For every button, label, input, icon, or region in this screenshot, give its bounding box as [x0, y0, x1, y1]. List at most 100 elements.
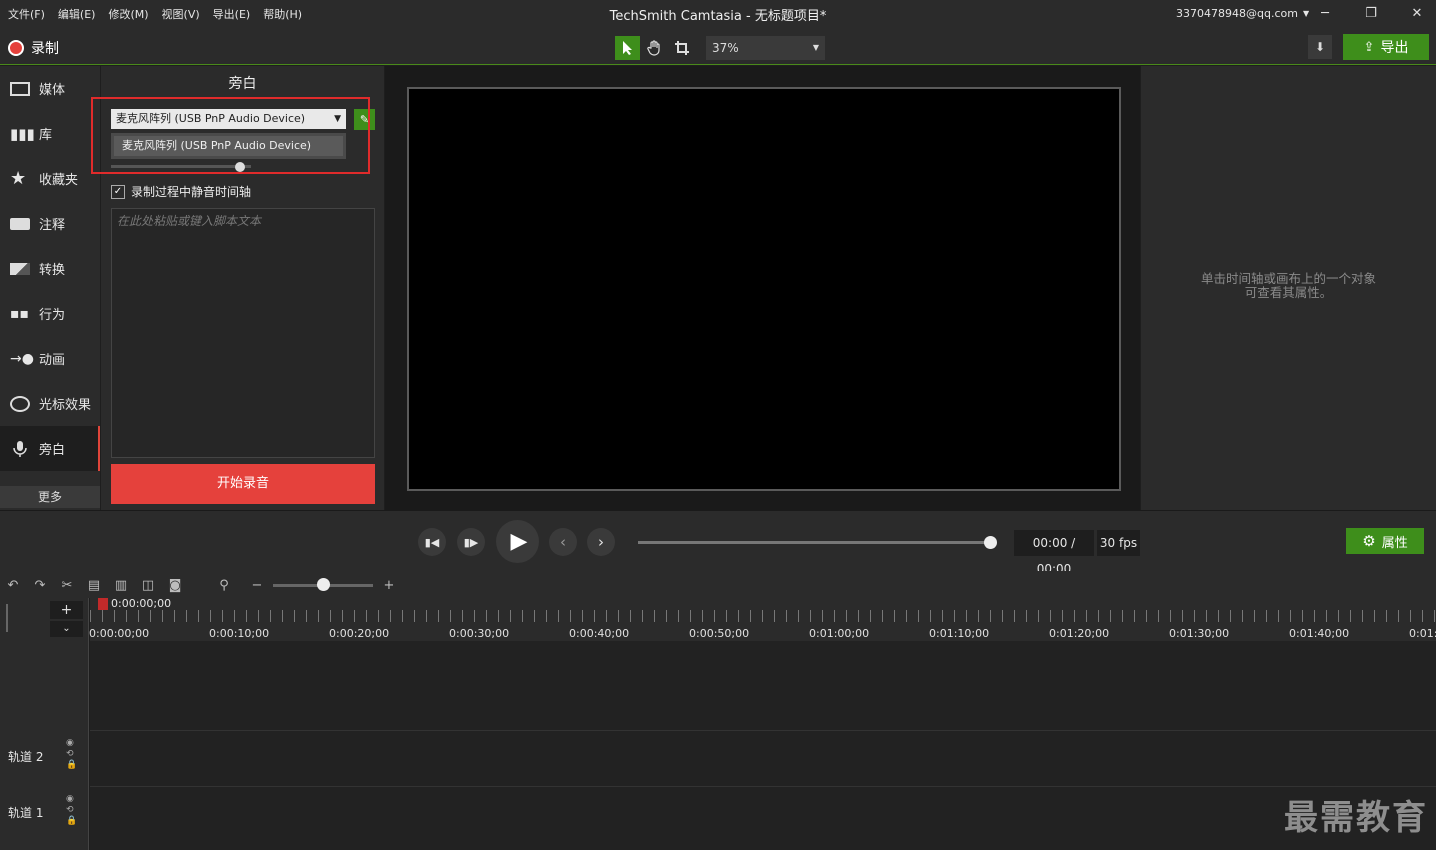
chevron-down-icon: ⌄	[62, 623, 71, 634]
timeline-ruler[interactable]: 0:00:00;00 0:00:00;00 0:00:10;00 0:00:20…	[89, 597, 1436, 641]
add-track-button[interactable]: +	[50, 601, 83, 619]
split-button[interactable]: ◫	[138, 575, 158, 595]
sidebar-item-narration[interactable]: 旁白	[0, 426, 100, 471]
track-2-label[interactable]: 轨道 2	[8, 748, 43, 765]
scissors-icon: ✂	[61, 577, 73, 593]
step-back-button[interactable]: ▮◀	[418, 528, 446, 556]
title-bar: 文件(F) 编辑(E) 修改(M) 视图(V) 导出(E) 帮助(H) Tech…	[0, 0, 1436, 27]
chevron-down-icon: ▼	[812, 43, 819, 52]
snapshot-button[interactable]: ◙	[165, 575, 185, 595]
track-1-controls[interactable]: ◉ ⟲ 🔒	[66, 794, 77, 827]
sidebar-item-behaviors[interactable]: ▪▪ 行为	[0, 291, 100, 336]
annotation-icon	[10, 217, 30, 230]
undo-button[interactable]: ↶	[3, 575, 23, 595]
copy-button[interactable]: ▤	[84, 575, 104, 595]
account-email: 3370478948@qq.com	[1176, 7, 1298, 20]
zoom-out-button[interactable]: −	[247, 575, 267, 595]
fps-display: 30 fps	[1097, 530, 1140, 556]
next-button[interactable]: ›	[587, 528, 615, 556]
play-button[interactable]: ▶	[496, 520, 539, 563]
record-label: 录制	[31, 41, 59, 57]
mute-timeline-checkbox[interactable]: ✓	[111, 184, 125, 199]
previous-button[interactable]: ‹	[549, 528, 577, 556]
minimize-button[interactable]: ─	[1315, 4, 1335, 24]
pan-tool-button[interactable]	[642, 36, 667, 60]
scrub-handle[interactable]	[984, 536, 997, 549]
behavior-icon: ▪▪	[10, 305, 29, 322]
crop-tool-button[interactable]	[669, 36, 694, 60]
redo-icon: ↷	[34, 577, 46, 593]
properties-hint-line: 可查看其属性。	[1244, 285, 1333, 300]
timeline-toolbar: ↶ ↷ ✂ ▤ ▥ ◫ ◙ ⚲ − +	[0, 571, 1436, 598]
track-1-lane[interactable]	[90, 786, 1436, 846]
timeline-zoom-handle[interactable]	[317, 578, 330, 591]
animation-icon: →●	[10, 350, 34, 367]
play-icon: ▶	[510, 529, 528, 554]
sidebar-item-cursor-effects[interactable]: 光标效果	[0, 381, 100, 426]
properties-button[interactable]: ⚙ 属性	[1346, 528, 1424, 554]
cut-button[interactable]: ✂	[57, 575, 77, 595]
account-menu[interactable]: 3370478948@qq.com ▼	[1176, 7, 1309, 20]
export-label: 导出	[1380, 40, 1409, 56]
cursor-effect-icon	[10, 395, 30, 412]
zoom-fit-button[interactable]: ⚲	[214, 575, 234, 595]
sidebar-item-label: 行为	[39, 308, 66, 323]
magnifier-icon: ⚲	[219, 577, 229, 593]
ruler-tick-label: 0:00:20;00	[329, 627, 390, 640]
ruler-tick-label: 0:00:10;00	[209, 627, 270, 640]
track-height-slider[interactable]	[6, 604, 16, 632]
sidebar-item-animations[interactable]: →● 动画	[0, 336, 100, 381]
export-button[interactable]: ⇪ 导出	[1343, 34, 1429, 60]
collapse-tracks-button[interactable]: ⌄	[50, 621, 83, 637]
paste-button[interactable]: ▥	[111, 575, 131, 595]
close-button[interactable]: ✕	[1407, 4, 1427, 24]
record-button[interactable]: 录制	[8, 38, 59, 58]
redo-button[interactable]: ↷	[30, 575, 50, 595]
mute-timeline-label: 录制过程中静音时间轴	[131, 185, 252, 199]
zoom-select[interactable]: 37% ▼	[706, 36, 825, 60]
sidebar-item-favorites[interactable]: ★ 收藏夹	[0, 156, 100, 201]
microphone-icon	[13, 440, 27, 457]
restore-button[interactable]: ❐	[1361, 4, 1381, 24]
ruler-tick-label: 0:00:00;00	[89, 627, 150, 640]
start-recording-button[interactable]: 开始录音	[111, 464, 375, 504]
download-button[interactable]: ⬇	[1308, 35, 1332, 59]
paste-icon: ▥	[114, 577, 128, 593]
preview-canvas[interactable]	[407, 87, 1121, 491]
media-icon	[10, 81, 30, 96]
time-display: 00:00 / 00:00	[1014, 530, 1094, 576]
select-tool-button[interactable]	[615, 36, 640, 60]
playhead-marker[interactable]	[98, 598, 108, 610]
sidebar-item-library[interactable]: ▮▮▮ 库	[0, 111, 100, 156]
script-placeholder: 在此处粘贴或键入脚本文本	[117, 214, 262, 228]
track-1-label[interactable]: 轨道 1	[8, 804, 43, 821]
plus-icon: +	[383, 577, 395, 593]
share-icon: ⇪	[1363, 39, 1375, 55]
ruler-tick-label: 0:00:30;00	[449, 627, 510, 640]
sidebar-item-media[interactable]: 媒体	[0, 66, 100, 111]
mute-timeline-option[interactable]: ✓ 录制过程中静音时间轴	[111, 183, 251, 200]
track-2-controls[interactable]: ◉ ⟲ 🔒	[66, 738, 77, 771]
step-forward-button[interactable]: ▮▶	[457, 528, 485, 556]
sidebar-item-label: 收藏夹	[39, 173, 79, 188]
transition-icon	[10, 262, 30, 275]
track-2-lane[interactable]	[90, 730, 1436, 786]
scrub-bar[interactable]	[638, 541, 992, 544]
step-back-icon: ▮◀	[424, 535, 440, 549]
playback-bar: ▮◀ ▮▶ ▶ ‹ › 00:00 / 00:00 30 fps ⚙ 属性	[0, 510, 1436, 576]
properties-hint-line: 单击时间轴或画布上的一个对象	[1200, 271, 1376, 286]
track-header-column: + ⌄ 轨道 2 ◉ ⟲ 🔒 轨道 1 ◉ ⟲ 🔒	[0, 598, 89, 850]
canvas-area	[385, 66, 1140, 510]
camera-icon: ◙	[168, 577, 182, 593]
sidebar-item-label: 旁白	[39, 443, 66, 458]
minus-icon: −	[251, 577, 263, 593]
properties-button-label: 属性	[1381, 535, 1408, 551]
script-textarea[interactable]: 在此处粘贴或键入脚本文本	[111, 208, 375, 458]
sidebar-item-label: 动画	[39, 353, 66, 368]
zoom-in-button[interactable]: +	[379, 575, 399, 595]
more-button[interactable]: 更多	[0, 486, 100, 508]
sidebar-item-transitions[interactable]: 转换	[0, 246, 100, 291]
ruler-tick-label: 0:00:40;00	[569, 627, 630, 640]
sidebar-item-annotations[interactable]: 注释	[0, 201, 100, 246]
plus-icon: +	[60, 602, 73, 618]
